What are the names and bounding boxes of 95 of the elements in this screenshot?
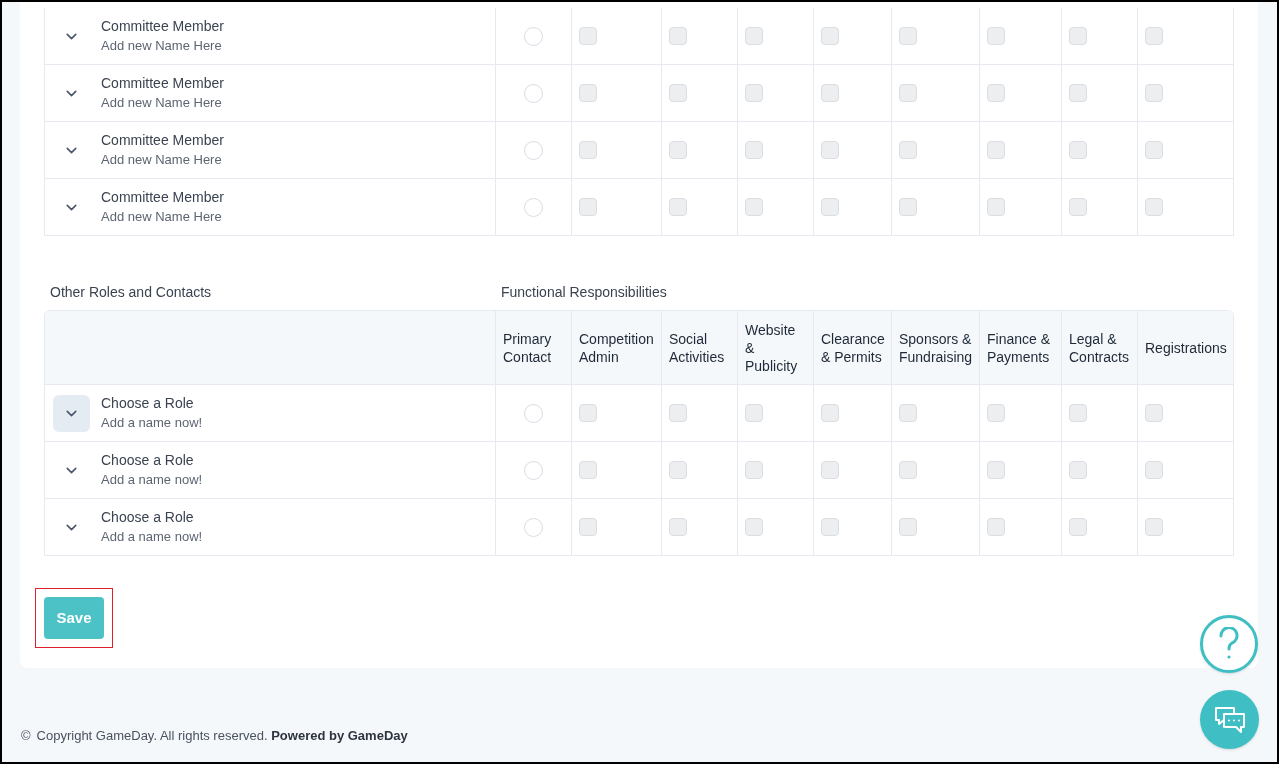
checkbox[interactable] [1069, 84, 1087, 102]
checkbox[interactable] [899, 84, 917, 102]
checkbox[interactable] [579, 461, 597, 479]
checkbox[interactable] [579, 141, 597, 159]
checkbox[interactable] [745, 518, 763, 536]
role-name: Committee Member [101, 131, 224, 150]
checkbox[interactable] [821, 27, 839, 45]
column-header: Clearance & Permits [821, 329, 885, 366]
checkbox[interactable] [987, 84, 1005, 102]
role-name: Choose a Role [101, 451, 195, 470]
checkbox[interactable] [669, 141, 687, 159]
chat-button[interactable] [1200, 690, 1259, 749]
radio-button[interactable] [524, 403, 543, 423]
checkbox[interactable] [745, 84, 763, 102]
checkbox[interactable] [899, 141, 917, 159]
save-button[interactable]: Save [44, 597, 104, 639]
checkbox[interactable] [1069, 198, 1087, 216]
checkbox[interactable] [579, 84, 597, 102]
checkbox[interactable] [987, 404, 1005, 422]
chat-bubbles-icon [1212, 704, 1247, 735]
column-header: Primary Contact [503, 329, 553, 366]
checkbox[interactable] [1145, 84, 1163, 102]
name-subtitle: Add new Name Here [101, 208, 223, 226]
radio-button[interactable] [524, 83, 543, 103]
name-subtitle: Add new Name Here [101, 37, 223, 55]
checkbox[interactable] [579, 198, 597, 216]
copyright-symbol: © [21, 727, 31, 745]
checkbox[interactable] [821, 461, 839, 479]
checkbox[interactable] [1145, 27, 1163, 45]
checkbox[interactable] [1069, 461, 1087, 479]
expand-button[interactable] [53, 394, 90, 432]
radio-button[interactable] [524, 517, 543, 537]
column-header: Sponsors & Fundraising [899, 329, 973, 366]
checkbox[interactable] [1145, 518, 1163, 536]
name-subtitle: Add a name now! [101, 414, 203, 432]
column-header: Competition Admin [579, 329, 654, 366]
checkbox[interactable] [987, 461, 1005, 479]
checkbox[interactable] [669, 84, 687, 102]
checkbox[interactable] [669, 404, 687, 422]
section-title: Other Roles and Contacts [49, 283, 213, 302]
checkbox[interactable] [669, 518, 687, 536]
checkbox[interactable] [1069, 141, 1087, 159]
radio-button[interactable] [524, 460, 543, 480]
name-subtitle: Add new Name Here [101, 94, 223, 112]
checkbox[interactable] [821, 84, 839, 102]
checkbox[interactable] [745, 141, 763, 159]
checkbox[interactable] [821, 404, 839, 422]
checkbox[interactable] [669, 198, 687, 216]
checkbox[interactable] [987, 198, 1005, 216]
checkbox[interactable] [745, 198, 763, 216]
checkbox[interactable] [1069, 518, 1087, 536]
checkbox[interactable] [821, 518, 839, 536]
footer-text: Copyright GameDay. All rights reserved. Powered by GameDay [36, 727, 408, 745]
checkbox[interactable] [669, 27, 687, 45]
column-header: Legal & Contracts [1069, 329, 1130, 366]
name-subtitle: Add a name now! [101, 528, 203, 546]
checkbox[interactable] [745, 27, 763, 45]
checkbox[interactable] [745, 461, 763, 479]
checkbox[interactable] [899, 404, 917, 422]
checkbox[interactable] [1145, 461, 1163, 479]
checkbox[interactable] [899, 461, 917, 479]
column-header: Registrations [1145, 338, 1227, 357]
radio-button[interactable] [524, 26, 543, 46]
checkbox[interactable] [987, 141, 1005, 159]
checkbox[interactable] [987, 518, 1005, 536]
checkbox[interactable] [579, 518, 597, 536]
checkbox[interactable] [669, 461, 687, 479]
radio-button[interactable] [524, 140, 543, 160]
question-mark-icon [1218, 627, 1240, 661]
role-name: Committee Member [101, 17, 224, 36]
role-name: Choose a Role [101, 508, 195, 527]
checkbox[interactable] [1069, 27, 1087, 45]
checkbox[interactable] [745, 404, 763, 422]
checkbox[interactable] [579, 27, 597, 45]
checkbox[interactable] [1145, 404, 1163, 422]
column-header: Finance & Payments [987, 329, 1052, 366]
checkbox[interactable] [821, 198, 839, 216]
checkbox[interactable] [1145, 198, 1163, 216]
checkbox[interactable] [1145, 141, 1163, 159]
section-title: Functional Responsibilities [500, 283, 668, 302]
name-subtitle: Add a name now! [101, 471, 203, 489]
checkbox[interactable] [899, 27, 917, 45]
radio-button[interactable] [524, 197, 543, 217]
checkbox[interactable] [987, 27, 1005, 45]
checkbox[interactable] [1069, 404, 1087, 422]
name-subtitle: Add new Name Here [101, 151, 223, 169]
checkbox[interactable] [899, 198, 917, 216]
checkbox[interactable] [579, 404, 597, 422]
checkbox[interactable] [821, 141, 839, 159]
role-name: Committee Member [101, 74, 224, 93]
column-header: Website & Publicity [745, 320, 799, 375]
role-name: Choose a Role [101, 394, 195, 413]
checkbox[interactable] [899, 518, 917, 536]
role-name: Committee Member [101, 188, 224, 207]
column-header: Social Activities [669, 329, 726, 366]
